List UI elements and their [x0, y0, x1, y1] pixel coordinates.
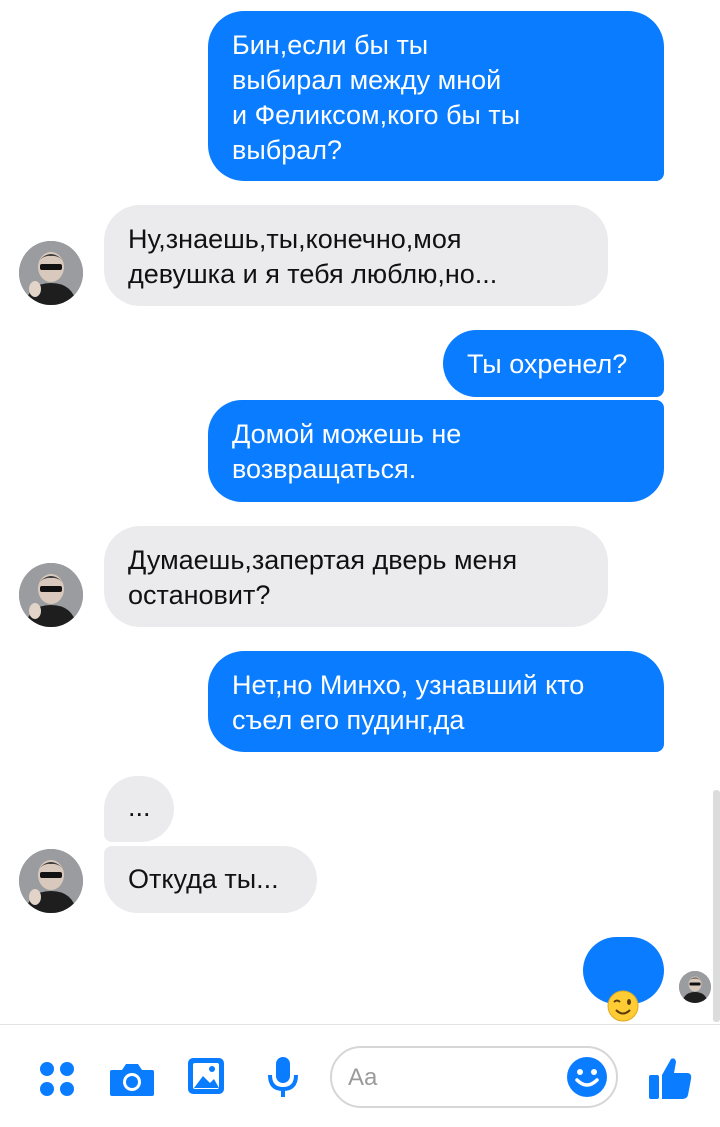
outgoing-message[interactable]: Бин,если бы ты выбирал между мной и Фели…: [208, 11, 664, 181]
incoming-message[interactable]: ...: [104, 776, 174, 842]
scrollbar[interactable]: [713, 790, 720, 1022]
contact-avatar[interactable]: [19, 241, 83, 305]
outgoing-message[interactable]: Домой можешь не возвращаться.: [208, 400, 664, 502]
gallery-icon[interactable]: [186, 1056, 226, 1101]
thumbs-up-icon[interactable]: [647, 1055, 693, 1106]
outgoing-message[interactable]: [583, 937, 664, 1022]
avatar-photo-icon: [19, 241, 83, 305]
contact-avatar[interactable]: [19, 563, 83, 627]
camera-icon[interactable]: [108, 1060, 156, 1103]
emoji-icon[interactable]: [566, 1056, 608, 1103]
microphone-icon[interactable]: [266, 1055, 300, 1104]
avatar-photo-icon: [679, 971, 711, 1003]
incoming-message[interactable]: Думаешь,запертая дверь меня остановит?: [104, 526, 608, 627]
outgoing-message[interactable]: Ты охренел?: [443, 330, 664, 397]
message-input[interactable]: [346, 1062, 560, 1094]
composer-bar: [0, 1024, 720, 1127]
contact-avatar[interactable]: [19, 849, 83, 913]
outgoing-message[interactable]: Нет,но Минхо, узнавший кто съел его пуди…: [208, 651, 664, 752]
read-receipt-avatar: [679, 971, 711, 1003]
avatar-photo-icon: [19, 849, 83, 913]
avatar-photo-icon: [19, 563, 83, 627]
apps-icon[interactable]: [38, 1060, 76, 1103]
incoming-message[interactable]: Откуда ты...: [104, 846, 317, 913]
message-input-box[interactable]: [330, 1046, 618, 1108]
incoming-message[interactable]: Ну,знаешь,ты,конечно,моя девушка и я теб…: [104, 205, 608, 306]
